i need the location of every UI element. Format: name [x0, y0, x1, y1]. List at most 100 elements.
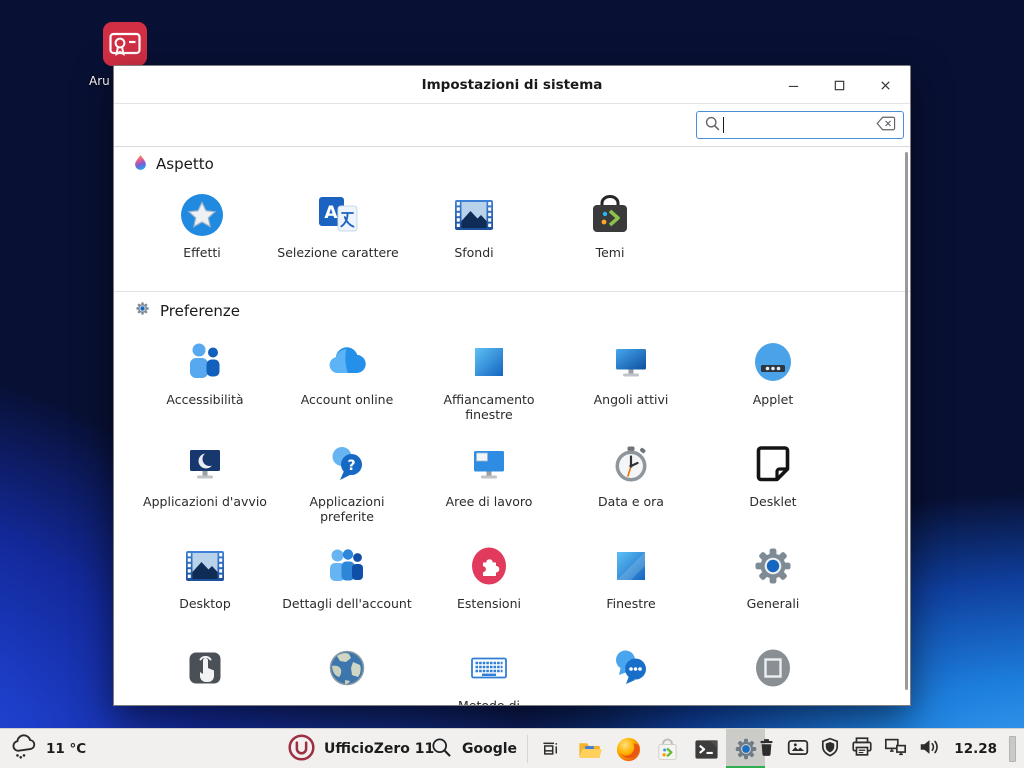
settings-item-affiancamento-finestre[interactable]: Affiancamento finestre	[418, 338, 560, 440]
menu-launcher-label: UfficioZero 11	[324, 741, 434, 757]
settings-item-aree-di-lavoro[interactable]: Aree di lavoro	[418, 440, 560, 542]
settings-item-dettagli-account[interactable]: Dettagli dell'account	[276, 542, 418, 644]
settings-item-applicazioni-avvio[interactable]: Applicazioni d'avvio	[134, 440, 276, 542]
web-search-applet[interactable]: Google	[430, 729, 517, 768]
window-tiling-square-icon	[465, 338, 513, 386]
applets-panel-icon	[749, 338, 797, 386]
date-time-clock-icon	[607, 440, 655, 488]
languages-globe-icon	[323, 644, 371, 692]
settings-item-applicazioni-preferite[interactable]: ? Applicazioni preferite	[276, 440, 418, 542]
software-manager-button[interactable]	[648, 729, 687, 768]
system-settings-window: Impostazioni di sistema	[113, 65, 911, 706]
hot-corners-monitor-icon	[607, 338, 655, 386]
network-icon[interactable]	[883, 735, 908, 763]
rain-cloud-icon	[10, 734, 38, 765]
minimize-button[interactable]	[782, 73, 804, 97]
text-cursor	[723, 117, 724, 133]
settings-item-account-online[interactable]: Account online	[276, 338, 418, 440]
section-header-preferenze: Preferenze	[134, 300, 890, 322]
settings-item-generali[interactable]: Generali	[702, 542, 844, 644]
screensaver-screen-icon	[749, 644, 797, 692]
taskbar-separator	[527, 735, 528, 763]
settings-item-finestre[interactable]: Finestre	[560, 542, 702, 644]
settings-item-applet[interactable]: Applet	[702, 338, 844, 440]
settings-item-input-method[interactable]: Metodo di	[418, 644, 560, 705]
settings-content: Aspetto Effetti A Selezione carattere	[114, 147, 910, 705]
clear-search-icon[interactable]	[876, 116, 896, 135]
search-magnifier-icon	[430, 736, 453, 763]
settings-item-effetti[interactable]: Effetti	[134, 191, 270, 261]
section-title: Preferenze	[160, 302, 240, 320]
web-search-label: Google	[462, 741, 517, 757]
window-list-applet[interactable]	[531, 729, 570, 768]
section-header-aspetto: Aspetto	[134, 153, 890, 175]
search-icon	[704, 115, 721, 136]
desktop-filmstrip-icon	[181, 542, 229, 590]
settings-item-temi[interactable]: Temi	[542, 191, 678, 261]
taskbar-app-buttons	[531, 729, 765, 768]
preferenze-grid: Accessibilità Account online Affiancamen…	[134, 338, 890, 705]
gear-icon	[134, 300, 151, 321]
settings-item-desktop[interactable]: Desktop	[134, 542, 276, 644]
settings-item-sfondi[interactable]: Sfondi	[406, 191, 542, 261]
notifications-chat-icon	[607, 644, 655, 692]
workspaces-monitor-icon	[465, 440, 513, 488]
wallpaper-image-icon[interactable]	[786, 736, 810, 763]
windows-square-icon	[607, 542, 655, 590]
system-tray: 12.28	[756, 729, 1016, 768]
settings-item-selezione-carattere[interactable]: A Selezione carattere	[270, 191, 406, 261]
effects-star-icon	[178, 191, 226, 239]
extensions-puzzle-icon	[465, 542, 513, 590]
settings-item-desklet[interactable]: Desklet	[702, 440, 844, 542]
settings-item-notifications[interactable]	[560, 644, 702, 705]
weather-applet[interactable]: 11 °C	[10, 729, 86, 768]
section-separator	[114, 291, 910, 292]
settings-item-screensaver[interactable]	[702, 644, 844, 705]
window-title: Impostazioni di sistema	[422, 77, 603, 93]
font-selection-icon: A	[314, 191, 362, 239]
search-input[interactable]	[730, 118, 870, 133]
taskbar: 11 °C UfficioZero 11 Google	[0, 728, 1024, 768]
settings-item-data-e-ora[interactable]: Data e ora	[560, 440, 702, 542]
ufficiozero-logo-icon	[287, 733, 316, 766]
startup-apps-moon-icon	[181, 440, 229, 488]
weather-temp: 11 °C	[46, 741, 86, 757]
show-desktop-button[interactable]	[1009, 736, 1016, 762]
general-gear-icon	[749, 542, 797, 590]
settings-item-angoli-attivi[interactable]: Angoli attivi	[560, 338, 702, 440]
settings-item-languages[interactable]	[276, 644, 418, 705]
terminal-button[interactable]	[687, 729, 726, 768]
settings-item-gesture[interactable]	[134, 644, 276, 705]
account-details-people-icon	[323, 542, 371, 590]
settings-item-accessibilita[interactable]: Accessibilità	[134, 338, 276, 440]
backgrounds-filmstrip-icon	[450, 191, 498, 239]
online-accounts-cloud-icon	[323, 338, 371, 386]
themes-bag-icon	[586, 191, 634, 239]
desktop: Aru Impostazioni di sistema	[0, 0, 1024, 768]
printer-icon[interactable]	[850, 735, 874, 763]
svg-text:?: ?	[347, 458, 355, 474]
volume-icon[interactable]	[917, 735, 942, 763]
close-button[interactable]	[874, 73, 896, 97]
section-title: Aspetto	[156, 155, 214, 173]
trash-icon[interactable]	[756, 736, 777, 763]
firefox-button[interactable]	[609, 729, 648, 768]
scrollbar[interactable]	[905, 152, 908, 690]
accessibility-people-icon	[181, 338, 229, 386]
file-manager-button[interactable]	[570, 729, 609, 768]
input-method-keyboard-icon	[465, 644, 513, 692]
shield-icon[interactable]	[819, 736, 841, 763]
gestures-hand-icon	[181, 644, 229, 692]
titlebar[interactable]: Impostazioni di sistema	[114, 66, 910, 104]
preferred-apps-question-icon: ?	[323, 440, 371, 488]
droplet-icon	[134, 154, 147, 175]
desklets-note-icon	[749, 440, 797, 488]
menu-launcher[interactable]: UfficioZero 11	[287, 729, 434, 768]
clock-applet[interactable]: 12.28	[951, 741, 1000, 757]
search-row	[114, 104, 910, 147]
aspetto-grid: Effetti A Selezione carattere Sfondi	[134, 191, 890, 261]
search-box[interactable]	[696, 111, 904, 139]
settings-item-estensioni[interactable]: Estensioni	[418, 542, 560, 644]
maximize-button[interactable]	[828, 73, 850, 97]
svg-text:A: A	[324, 203, 338, 223]
